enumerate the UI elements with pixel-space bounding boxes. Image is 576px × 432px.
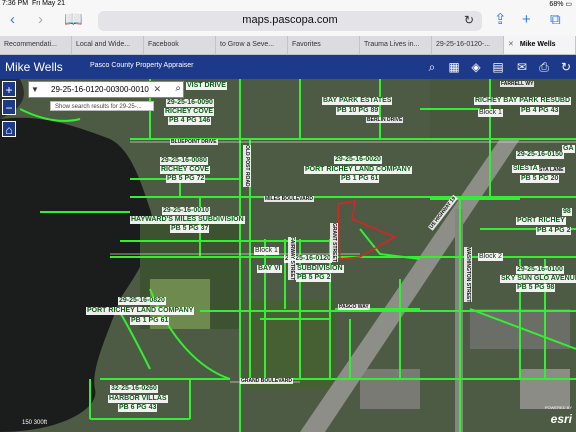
- parcel-label: PORT RICHEY: [516, 217, 566, 225]
- app-header: Mike Wells Pasco County Property Apprais…: [0, 55, 576, 79]
- chevron-down-icon[interactable]: ▼: [31, 85, 39, 94]
- parcel-label: 29-25-16-0150: [516, 151, 564, 159]
- parcel-label: 29-25-16-0010: [162, 207, 210, 215]
- parcel-label: HAYWARD'S MILES SUBDIVISION: [130, 216, 245, 224]
- parcel-label: 29-25-16-0020: [334, 156, 382, 164]
- parcel-label: BAY PARK ESTATES: [322, 97, 393, 105]
- parcel-label: RICHEY COVE: [160, 166, 211, 174]
- parcel-label: 98: [562, 208, 572, 216]
- refresh-icon[interactable]: ↻: [558, 59, 574, 75]
- new-tab-icon[interactable]: +: [522, 12, 531, 28]
- parcel-label: PB 4 PG 2: [536, 227, 572, 235]
- parcel-label: PB 4 PG 43: [520, 107, 560, 115]
- parcel-label: PORT RICHEY LAND COMPANY: [86, 307, 195, 315]
- street-label: OLD POST ROAD: [243, 145, 251, 187]
- block-label: Block 1: [254, 247, 279, 255]
- tab-item[interactable]: 29-25-16-0120-...: [432, 36, 504, 54]
- block-label: Block 1: [478, 109, 503, 117]
- reload-icon[interactable]: ↻: [464, 13, 474, 27]
- back-icon[interactable]: ‹: [10, 12, 15, 28]
- tabs-icon[interactable]: ⧉: [550, 12, 561, 28]
- parcel-label: PB 5 PG 20: [520, 175, 560, 183]
- url-bar[interactable]: maps.pascopa.com ↻: [98, 11, 482, 31]
- parcel-label: BAY VI: [257, 265, 282, 273]
- status-time: 7:36 PM Fri May 21: [2, 0, 66, 7]
- street-label: MILES BOULEVARD: [264, 196, 314, 202]
- tab-item[interactable]: Favorites: [288, 36, 360, 54]
- street-label: FARRELL WY: [500, 81, 535, 87]
- zoom-out-icon[interactable]: −: [2, 99, 16, 115]
- parcel-label: SKY SUN GLO AVENUE: [500, 275, 576, 283]
- app-subtitle: Pasco County Property Appraiser: [90, 62, 194, 69]
- street-label: WASHINGTON STREET: [464, 247, 472, 303]
- parcel-label: PB 1 PG 61: [340, 175, 380, 183]
- measure-icon[interactable]: ▤: [490, 59, 506, 75]
- home-icon[interactable]: ⌂: [2, 121, 16, 137]
- parcel-label: PB 4 PG 146: [168, 117, 212, 125]
- parcel-label: RICHEY COVE: [164, 108, 215, 116]
- map-view[interactable]: ▼ ✕ ⌕ Show search results for 29-25-... …: [0, 79, 576, 432]
- print-icon[interactable]: ⎙: [536, 59, 552, 75]
- parcel-label: SUBDIVISION: [296, 265, 344, 273]
- app-title: Mike Wells: [5, 60, 63, 74]
- search-suggestion[interactable]: Show search results for 29-25-...: [50, 101, 154, 111]
- parcel-label: PB 5 PG 37: [170, 225, 210, 233]
- zoom-in-icon[interactable]: +: [2, 81, 16, 97]
- street-label: GRAND BOULEVARD: [240, 378, 294, 384]
- street-label: GRANT STREET: [330, 223, 338, 262]
- tab-bar: Recommendati... Local and Wide... Facebo…: [0, 36, 576, 55]
- clear-icon[interactable]: ✕: [153, 84, 161, 95]
- street-label: BERLIN DRIVE: [366, 117, 404, 123]
- battery-indicator: 68% ▭: [549, 1, 572, 8]
- layers-icon[interactable]: ◈: [468, 59, 484, 75]
- parcel-label: 29-25-16-0820: [118, 297, 166, 305]
- parcel-label: 29-25-16-0090: [166, 99, 214, 107]
- grid-icon[interactable]: ▦: [446, 59, 462, 75]
- parcel-label: HARBOR VILLAS: [108, 395, 168, 403]
- parcel-label: PB 1 PG 61: [130, 317, 170, 325]
- status-bar: 7:36 PM Fri May 21 68% ▭: [0, 0, 576, 8]
- street-label: FAIRWAY STREET: [288, 237, 296, 281]
- book-icon[interactable]: 📖: [64, 12, 83, 28]
- parcel-label: PB 5 PG 2: [296, 274, 332, 282]
- street-label: BLUEPOINT DRIVE: [170, 139, 218, 145]
- close-tab-icon[interactable]: ✕: [508, 41, 514, 48]
- url-text: maps.pascopa.com: [242, 14, 338, 26]
- search-button-icon[interactable]: ⌕: [175, 83, 181, 94]
- tab-item[interactable]: to Grow a Seve...: [216, 36, 288, 54]
- parcel-label: VIST DRIVE: [186, 82, 227, 90]
- parcel-label: PB 5 PG 72: [166, 175, 206, 183]
- tab-active[interactable]: ✕ Mike Wells: [504, 36, 576, 54]
- parcel-label: 32-25-16-0260: [110, 385, 158, 393]
- tab-item[interactable]: Trauma Lives in...: [360, 36, 432, 54]
- parcel-label: PB 10 PG 89: [336, 107, 380, 115]
- search-icon[interactable]: ⌕: [424, 59, 440, 75]
- parcel-label: PB 5 PG 98: [516, 284, 556, 292]
- parcel-label: RICHEY BAY PARK RESUBD: [474, 97, 572, 105]
- parcel-label: PB 6 PG 43: [118, 404, 158, 412]
- block-label: Block 2: [478, 253, 503, 261]
- browser-toolbar: ‹ › 📖 maps.pascopa.com ↻ ⇪ + ⧉: [0, 8, 576, 36]
- street-label: PASCO WAY: [338, 304, 370, 310]
- parcel-label: SIESTA: [512, 165, 539, 173]
- parcel-search-input[interactable]: [51, 83, 163, 96]
- esri-logo: POWERED BY esri: [544, 405, 572, 426]
- scale-bar: 150 300ft: [22, 420, 48, 426]
- parcel-label: 29-25-16-0080: [160, 157, 208, 165]
- parcel-search-box[interactable]: ▼ ✕ ⌕: [28, 81, 184, 98]
- share-icon[interactable]: ⇪: [494, 12, 507, 28]
- forward-icon[interactable]: ›: [38, 12, 43, 28]
- email-icon[interactable]: ✉: [514, 59, 530, 75]
- parcel-label: PORT RICHEY LAND COMPANY: [304, 166, 413, 174]
- tab-item[interactable]: Recommendati...: [0, 36, 72, 54]
- parcel-label: 29-25-16-0100: [516, 266, 564, 274]
- tab-item[interactable]: Facebook: [144, 36, 216, 54]
- tab-item[interactable]: Local and Wide...: [72, 36, 144, 54]
